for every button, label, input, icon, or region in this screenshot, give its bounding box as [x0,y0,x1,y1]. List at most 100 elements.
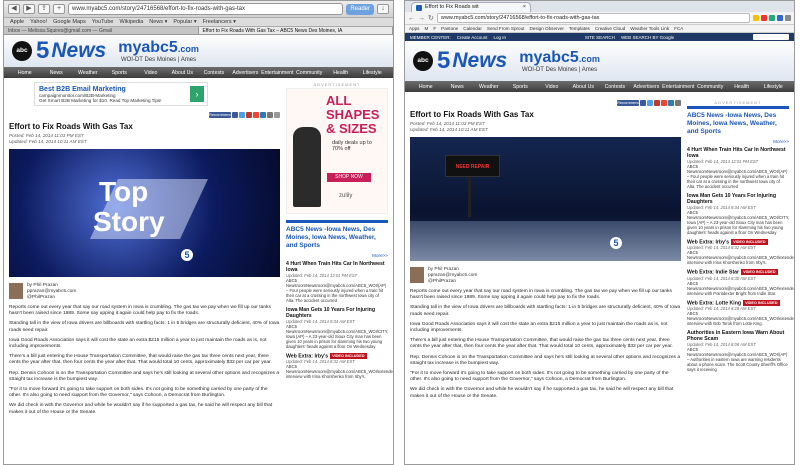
address-bar[interactable]: www.myabc5.com/story/24716568/effort-to-… [68,3,344,15]
print-icon[interactable] [274,112,280,118]
star-icon[interactable] [753,15,759,21]
bookmark-item[interactable]: Popular ▾ [173,19,196,25]
back-icon[interactable]: ◀ [8,4,20,14]
nav-home[interactable]: Home [410,84,442,90]
headlines-box-title[interactable]: ABC5 News -Iowa News, Des Moines, Iowa N… [286,220,388,253]
author-twitter[interactable]: @PhilPrazan [428,279,477,285]
nav-sports[interactable]: Sports [104,70,136,76]
nav-sports[interactable]: Sports [505,84,537,90]
headline-title[interactable]: 4 Hurt When Train Hits Car In Northwest … [286,261,388,273]
pinterest-icon[interactable] [761,15,767,21]
email-icon[interactable] [267,112,273,118]
nav-video[interactable]: Video [135,70,167,76]
side-ad[interactable]: ALL SHAPES & SIZES daily deals up to 70%… [286,88,388,214]
bookmark-item[interactable]: Send From Sprout [487,26,525,31]
create-account-link[interactable]: Create Account [457,35,488,40]
facebook-icon[interactable] [640,100,646,106]
nav-video[interactable]: Video [536,84,568,90]
share-icon[interactable]: ⇪ [38,4,50,14]
linkedin-icon[interactable] [668,100,674,106]
nav-advertisers[interactable]: Advertisers [230,70,262,76]
bookmark-item[interactable]: M [424,26,428,31]
bookmark-item[interactable]: News ▾ [149,19,167,25]
nav-lifestyle[interactable]: Lifestyle [757,84,789,90]
nav-contests[interactable]: Contests [198,70,230,76]
more-link[interactable]: More>> [687,139,789,144]
add-tab-icon[interactable]: + [53,4,65,14]
extension-icon[interactable] [769,15,775,21]
abc-logo[interactable]: abc [12,41,32,61]
bookmark-item[interactable]: F [433,26,436,31]
headline-title[interactable]: Iowa Man Gets 10 Years For Injuring Daug… [687,193,789,205]
bookmark-item[interactable]: Google Maps [53,19,86,25]
nav-news[interactable]: News [41,70,73,76]
bookmark-item[interactable]: Wikipedia [119,19,143,25]
headline-item[interactable]: Iowa Man Gets 10 Years For Injuring Daug… [286,307,388,349]
google-plus-icon[interactable] [654,100,660,106]
nav-weather[interactable]: Weather [473,84,505,90]
headline-item[interactable]: Iowa Man Gets 10 Years For Injuring Daug… [687,193,789,235]
author-twitter[interactable]: @PhilPrazan [27,295,76,301]
nav-entertainment[interactable]: Entertainment [261,70,293,76]
recommend-button[interactable]: Recommend [617,100,640,106]
linkedin-icon[interactable] [260,112,266,118]
bookmark-item[interactable]: Pantone [441,26,458,31]
nav-lifestyle[interactable]: Lifestyle [356,70,388,76]
video-player[interactable]: NEED REPAIR 5 [410,137,681,261]
bookmark-item[interactable]: Apple [10,19,24,25]
nav-about[interactable]: About Us [167,70,199,76]
download-icon[interactable]: ↓ [377,4,389,14]
nav-entertainment[interactable]: Entertainment [662,84,694,90]
address-bar[interactable]: www.myabc5.com/story/24716568/effort-to-… [436,13,750,23]
nav-community[interactable]: Community [293,70,325,76]
bookmark-item[interactable]: Calendar [463,26,482,31]
forward-icon[interactable]: → [418,15,425,22]
bookmark-item[interactable]: Yahoo! [30,19,47,25]
nav-about[interactable]: About Us [568,84,600,90]
nav-advertisers[interactable]: Advertisers [631,84,663,90]
email-icon[interactable] [675,100,681,106]
bookmark-item[interactable]: Templates [569,26,590,31]
search-input[interactable] [752,34,789,40]
nav-weather[interactable]: Weather [72,70,104,76]
bookmark-item[interactable]: Weather Tools Link [630,26,669,31]
headlines-box-title[interactable]: ABC5 News -Iowa News, Des Moines, Iowa N… [687,106,789,139]
twitter-icon[interactable] [647,100,653,106]
bookmark-item[interactable]: Freelancers ▾ [203,19,236,25]
site-search-label[interactable]: SITE SEARCH [585,35,615,40]
back-icon[interactable]: ← [408,15,415,22]
headline-item[interactable]: Web Extra: Irby's VIDEO INCLUDED Updated:… [286,353,393,379]
nav-contests[interactable]: Contests [599,84,631,90]
pinterest-icon[interactable] [661,100,667,106]
google-plus-icon[interactable] [246,112,252,118]
headline-item[interactable]: Web Extra: Irby's VIDEO INCLUDED Updated:… [687,239,794,265]
banner-ad[interactable]: Best B2B Email Marketing campaignmonitor… [34,82,208,106]
reload-icon[interactable]: ↻ [428,14,434,22]
bookmark-item[interactable]: YouTube [92,19,114,25]
forward-icon[interactable]: ▶ [23,4,35,14]
nav-community[interactable]: Community [694,84,726,90]
tab-article[interactable]: Effort to Fix Roads With Gas Tax – ABC5 … [198,27,393,34]
bookmark-item[interactable]: Creative Cloud [595,26,625,31]
reader-button[interactable]: Reader [346,3,374,15]
facebook-icon[interactable] [232,112,238,118]
bookmark-item[interactable]: Design Observer [529,26,563,31]
headline-title[interactable]: Authorities in Eastern Iowa Warn About P… [687,330,789,342]
headline-title[interactable]: Web Extra: Indie Star [687,270,739,276]
headline-item[interactable]: Authorities in Eastern Iowa Warn About P… [687,330,789,372]
headline-item[interactable]: Web Extra: Indie Star VIDEO INCLUDED Upda… [687,269,794,296]
bookmark-item[interactable]: Apps [409,26,419,31]
tab-article[interactable]: Effort to Fix Roads wit × [411,2,531,12]
banner-ad-title[interactable]: Best B2B Email Marketing [39,86,161,93]
video-player[interactable]: Top Story 5 [9,149,280,277]
more-link[interactable]: More>> [286,253,388,258]
headline-item[interactable]: Web Extra: Lotte King VIDEO INCLUDED Upda… [687,299,794,326]
menu-icon[interactable] [785,15,791,21]
headline-item[interactable]: 4 Hurt When Train Hits Car In Northwest … [687,147,789,189]
pinterest-icon[interactable] [253,112,259,118]
login-link[interactable]: Log In [494,35,507,40]
tab-gmail[interactable]: Inbox — Melissa.Squires@gmail.com — Gmai… [4,27,199,34]
abc-logo[interactable]: abc [413,51,433,71]
web-search-label[interactable]: WEB SEARCH BY Google [621,35,674,40]
nav-health[interactable]: Health [325,70,357,76]
